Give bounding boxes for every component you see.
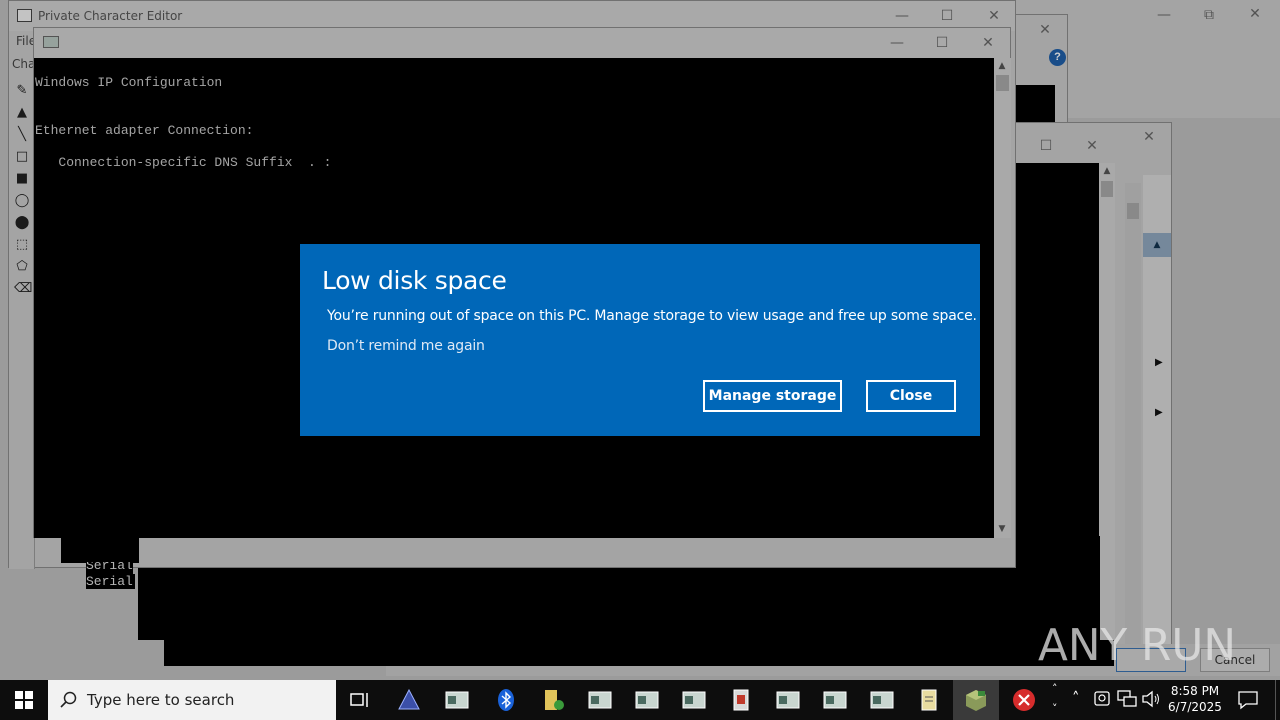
clock[interactable]: 8:58 PM 6/7/2025 [1166, 680, 1224, 720]
windows-logo-icon [15, 691, 33, 709]
minimize-icon[interactable]: — [893, 7, 911, 25]
background-console-body-2 [164, 640, 1114, 666]
expand-arrow-icon[interactable]: ▶ [1155, 357, 1163, 368]
taskbar: Type here to search ˄ ˅ ˄ 8:58 PM 6/7/20… [0, 680, 1280, 720]
minimize-icon[interactable]: — [888, 34, 906, 52]
restore-icon[interactable]: ⧉ [1200, 6, 1218, 24]
scroll-thumb[interactable] [1101, 181, 1113, 197]
editor-lower-console [61, 537, 139, 563]
show-hidden-icons[interactable]: ˄ [1071, 680, 1087, 720]
close-icon[interactable]: ✕ [1140, 128, 1158, 146]
notifications-icon[interactable] [1237, 689, 1259, 711]
console-window-icon[interactable] [870, 688, 894, 712]
console-line: Connection-specific DNS Suffix . : [35, 155, 332, 170]
brush-icon[interactable]: ▲ [14, 105, 30, 121]
panel-strip: ▲ ▶ ▶ [1143, 175, 1171, 655]
notepad-icon[interactable] [917, 688, 941, 712]
dont-remind-link[interactable]: Don’t remind me again [327, 338, 485, 354]
console-window-icon[interactable] [682, 688, 706, 712]
expand-arrow-icon[interactable]: ▶ [1155, 407, 1163, 418]
scroll-thumb[interactable] [996, 75, 1009, 91]
maximize-icon[interactable]: ☐ [938, 7, 956, 25]
serial-text-2: Serial [86, 574, 135, 589]
error-app-icon[interactable] [1012, 688, 1036, 712]
console-window-icon[interactable] [588, 688, 612, 712]
taskbar-scroll-arrows[interactable]: ˄ ˅ [1052, 680, 1064, 720]
console-titlebar: — ☐ ✕ [34, 28, 1010, 58]
hollow-ellipse-icon[interactable]: ◯ [14, 193, 30, 209]
console-scrollbar[interactable]: ▲ ▼ [994, 58, 1011, 538]
console-window-icon[interactable] [823, 688, 847, 712]
filled-ellipse-icon[interactable]: ⬤ [14, 215, 30, 231]
scrollbar[interactable]: ▲ [1099, 163, 1115, 663]
pencil-icon[interactable]: ✎ [14, 83, 30, 99]
clock-date: 6/7/2025 [1168, 700, 1222, 714]
clock-time: 8:58 PM [1170, 684, 1220, 698]
anyrun-watermark: ANY RUN [1038, 612, 1238, 672]
console-window-icon[interactable] [776, 688, 800, 712]
serial-text-1: Serial [86, 562, 133, 574]
filled-rectangle-icon[interactable]: ■ [14, 171, 30, 187]
console-window-icon[interactable] [635, 688, 659, 712]
package-icon [966, 690, 986, 711]
rectangular-selection-icon[interactable]: ⬚ [14, 237, 30, 253]
search-placeholder: Type here to search [87, 691, 235, 709]
chevron-down-icon[interactable]: ˅ [1052, 702, 1058, 715]
background-window-help: ✕ ? [1010, 14, 1068, 135]
manage-storage-button[interactable]: Manage storage [703, 380, 842, 412]
search-icon [60, 691, 77, 708]
hollow-rectangle-icon[interactable]: □ [14, 149, 30, 165]
network-icon[interactable] [1116, 689, 1138, 709]
help-icon[interactable]: ? [1049, 49, 1066, 66]
scroll-up-icon[interactable]: ▲ [1143, 233, 1171, 257]
minimize-icon[interactable]: — [1155, 6, 1173, 24]
document-app-icon[interactable] [729, 688, 753, 712]
bluetooth-icon[interactable] [494, 688, 518, 712]
close-icon[interactable]: ✕ [1083, 137, 1101, 155]
scroll-up-icon[interactable]: ▲ [1099, 163, 1115, 179]
console-window-icon[interactable] [445, 688, 469, 712]
chevron-up-icon[interactable]: ˄ [1072, 689, 1080, 707]
anyrun-logo-icon: ANY RUN [1038, 620, 1236, 671]
close-icon[interactable]: ✕ [979, 34, 997, 52]
chevron-up-icon[interactable]: ˄ [1052, 682, 1058, 695]
search-box[interactable]: Type here to search [48, 680, 336, 720]
scroll-down-icon[interactable]: ▼ [994, 521, 1010, 537]
scrollbar[interactable] [1125, 183, 1141, 653]
show-desktop-button[interactable] [1275, 680, 1280, 720]
scroll-thumb[interactable] [1127, 203, 1139, 219]
maximize-icon[interactable]: ☐ [933, 34, 951, 52]
eraser-icon[interactable]: ⌫ [14, 281, 32, 297]
close-icon[interactable]: ✕ [1246, 5, 1264, 23]
app-triangle-icon[interactable] [397, 688, 421, 712]
toast-title: Low disk space [322, 266, 507, 295]
anyrun-wordmark: ANY RUN [1038, 620, 1236, 671]
close-icon[interactable]: ✕ [985, 7, 1003, 25]
freeform-selection-icon[interactable]: ⬠ [14, 259, 30, 275]
low-disk-space-toast: Low disk space You’re running out of spa… [300, 244, 980, 436]
task-view-icon[interactable] [348, 688, 372, 712]
console-app-icon [43, 36, 59, 48]
active-app-highlight[interactable] [953, 680, 999, 720]
toolbox: ✎ ▲ ╲ □ ■ ◯ ⬤ ⬚ ⬠ ⌫ [9, 73, 35, 569]
close-button[interactable]: Close [866, 380, 956, 412]
close-icon[interactable]: ✕ [1036, 21, 1054, 39]
console-line: Windows IP Configuration [35, 75, 223, 90]
start-button[interactable] [0, 680, 48, 720]
toast-message: You’re running out of space on this PC. … [327, 308, 977, 324]
file-manager-icon[interactable] [542, 688, 566, 712]
console-line: Ethernet adapter Connection: [35, 123, 254, 138]
line-icon[interactable]: ╲ [14, 127, 30, 143]
volume-icon[interactable] [1141, 689, 1161, 709]
editor-app-icon [17, 9, 32, 22]
maximize-icon[interactable]: ☐ [1037, 137, 1055, 155]
scroll-up-icon[interactable]: ▲ [994, 58, 1010, 74]
people-icon[interactable] [1092, 689, 1112, 709]
pce-title: Private Character Editor [38, 9, 183, 23]
